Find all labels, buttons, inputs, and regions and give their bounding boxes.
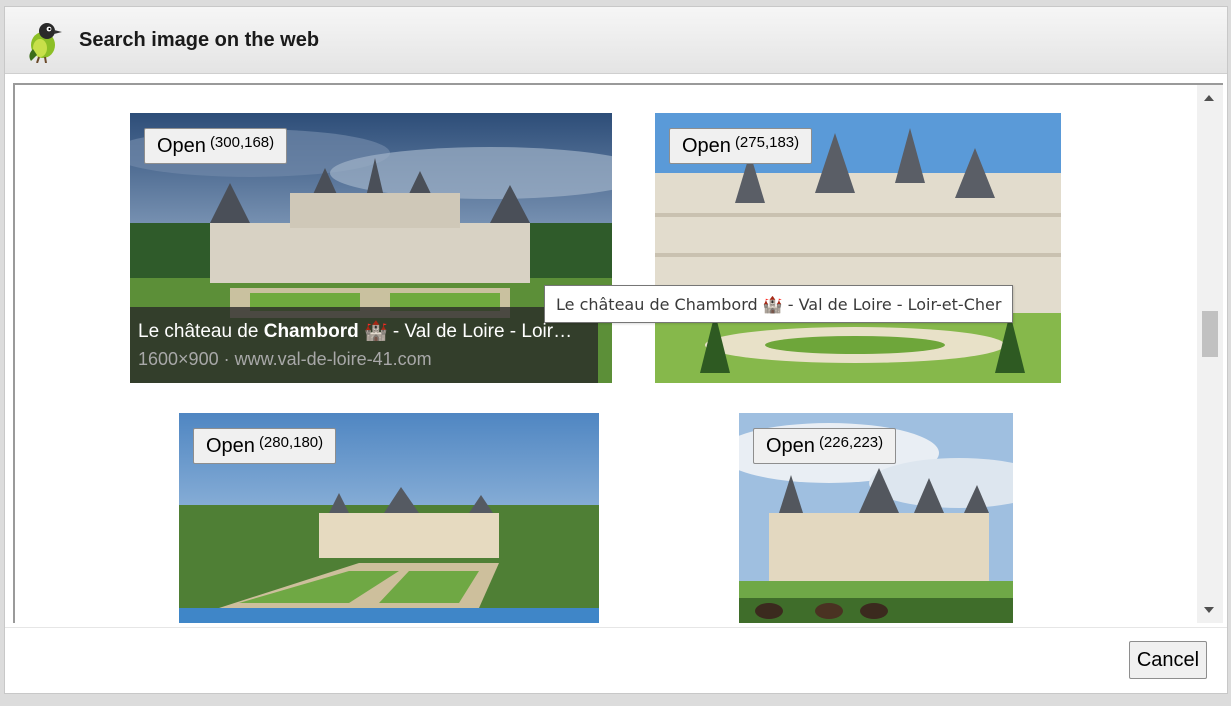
open-button-4[interactable]: Open (226,223) [753,428,897,464]
open-label: Open [682,134,731,157]
result-caption: Le château de Chambord 🏰 - Val de Loire … [130,307,598,383]
chevron-up-icon[interactable] [1204,95,1214,101]
open-button-3[interactable]: Open (280,180) [193,428,337,464]
open-label: Open [206,434,255,457]
image-tooltip: Le château de Chambord 🏰 - Val de Loire … [544,285,1014,323]
image-size-label: (280,180) [258,433,324,451]
open-button-1[interactable]: Open (300,168) [144,128,288,164]
open-label: Open [766,434,815,457]
scrollbar-thumb[interactable] [1202,311,1218,357]
dialog-title: Search image on the web [79,29,320,51]
image-size-label: (275,183) [734,133,800,151]
result-item-2[interactable]: Open (275,183) [655,113,1061,383]
image-size-label: (300,168) [209,133,275,151]
open-label: Open [157,134,206,157]
result-item-4[interactable]: Open (226,223) [739,413,1013,623]
chevron-down-icon[interactable] [1204,607,1214,613]
caption-source: 1600×900 · www.val-de-loire-41.com [138,349,432,369]
search-image-dialog: Search image on the web Le château de Ch… [4,6,1228,694]
image-size-label: (226,223) [818,433,884,451]
result-item-1[interactable]: Le château de Chambord 🏰 - Val de Loire … [130,113,612,383]
cancel-button[interactable]: Cancel [1129,641,1207,679]
bird-icon [29,23,62,63]
footer-divider [5,627,1227,628]
result-item-3[interactable]: Open (280,180) [179,413,599,623]
vertical-scrollbar[interactable] [1197,85,1223,623]
open-button-2[interactable]: Open (275,183) [669,128,813,164]
results-scroll-area[interactable]: Le château de Chambord 🏰 - Val de Loire … [13,83,1223,623]
caption-title: Le château de Chambord 🏰 - Val de Loire … [138,321,573,342]
dialog-titlebar: Search image on the web [5,7,1227,74]
